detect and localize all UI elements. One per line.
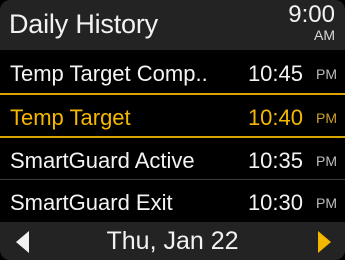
history-row-2[interactable]: Temp Target 10:40 PM (0, 95, 345, 139)
header-bar: Daily History 9:00 AM (0, 0, 345, 50)
history-row-4[interactable]: SmartGuard Exit 10:30 PM (0, 180, 345, 224)
pump-screen: Daily History 9:00 AM Temp Target Comp..… (0, 0, 345, 260)
event-ampm: PM (316, 110, 337, 126)
right-arrow-icon[interactable] (318, 231, 331, 253)
history-row-3[interactable]: SmartGuard Active 10:35 PM (0, 138, 345, 182)
clock-ampm: AM (314, 27, 335, 43)
event-label: Temp Target (10, 105, 131, 130)
date-navigation-bar: Thu, Jan 22 (0, 222, 345, 260)
history-row-1[interactable]: Temp Target Comp.. 10:45 PM (0, 51, 345, 95)
event-label: SmartGuard Exit (10, 190, 173, 215)
clock-time: 9:00 (288, 1, 335, 28)
event-time: 10:40 (247, 105, 303, 130)
event-time: 10:30 (247, 190, 303, 215)
event-label: Temp Target Comp.. (10, 61, 208, 86)
event-time: 10:35 (247, 148, 303, 173)
current-date: Thu, Jan 22 (106, 227, 239, 255)
event-time: 10:45 (247, 61, 303, 86)
event-ampm: PM (316, 153, 337, 169)
event-ampm: PM (316, 195, 337, 211)
event-label: SmartGuard Active (10, 148, 195, 173)
event-ampm: PM (316, 66, 337, 82)
page-title: Daily History (9, 9, 158, 39)
